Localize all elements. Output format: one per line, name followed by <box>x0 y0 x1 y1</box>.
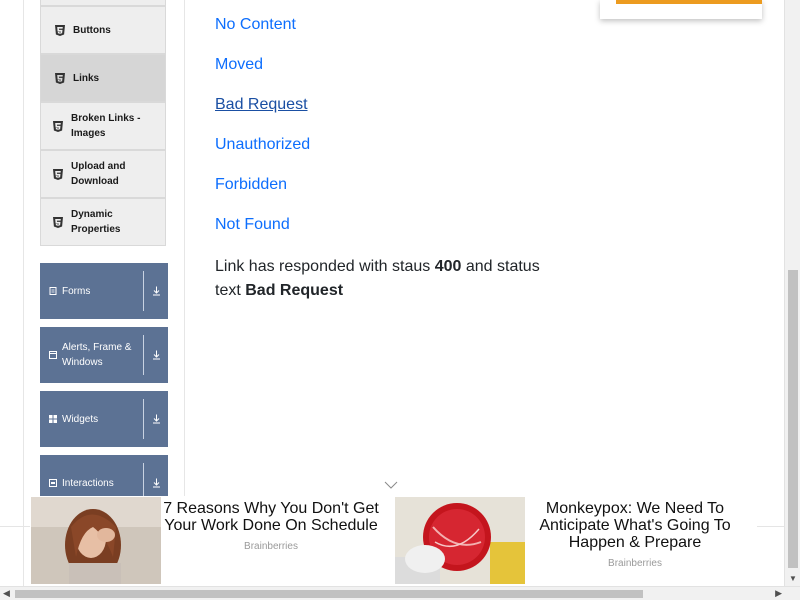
ad-headline[interactable]: 7 Reasons Why You Don't Get Your Work Do… <box>160 500 382 534</box>
group-divider <box>143 271 144 311</box>
sidebar-item-dynamic-properties[interactable]: Dynamic Properties <box>40 198 166 246</box>
window-icon <box>49 351 57 359</box>
download-icon[interactable] <box>150 349 162 361</box>
group-divider <box>143 399 144 439</box>
card-accent-bar <box>616 0 762 4</box>
link-no-content[interactable]: No Content <box>215 15 296 35</box>
sidebar-group-forms[interactable]: Forms <box>40 263 168 319</box>
response-prefix: Link has responded with staus <box>215 258 431 275</box>
sidebar-item-upload-download[interactable]: Upload and Download <box>40 150 166 198</box>
link-forbidden[interactable]: Forbidden <box>215 175 287 195</box>
grid-icon <box>49 415 57 423</box>
scrollbar-thumb[interactable] <box>15 590 643 598</box>
response-status-code: 400 <box>434 258 462 275</box>
document-icon <box>49 287 57 295</box>
scroll-down-icon[interactable]: ▼ <box>789 574 797 583</box>
interaction-icon <box>49 479 57 487</box>
sidebar-group-label: Forms <box>62 285 91 297</box>
link-moved[interactable]: Moved <box>215 55 263 75</box>
download-icon[interactable] <box>150 413 162 425</box>
scroll-right-icon[interactable]: ▶ <box>775 588 782 599</box>
sidebar-group-alerts[interactable]: Alerts, Frame & Windows <box>40 327 168 383</box>
floating-card <box>600 0 762 19</box>
group-divider <box>143 335 144 375</box>
link-unauthorized[interactable]: Unauthorized <box>215 135 310 155</box>
vertical-scrollbar[interactable]: ▼ <box>784 0 800 586</box>
horizontal-scrollbar[interactable]: ◀ ▶ <box>0 586 800 600</box>
html5-icon <box>55 24 65 36</box>
ad-image-woman[interactable] <box>31 497 161 584</box>
download-icon[interactable] <box>150 477 162 489</box>
sidebar-item-broken-links[interactable]: Broken Links - Images <box>40 102 166 150</box>
html5-icon <box>53 216 63 228</box>
html5-icon <box>53 168 63 180</box>
html5-icon <box>53 120 63 132</box>
sidebar-item-label: Links <box>73 72 100 84</box>
ad-image-petri-dish[interactable] <box>395 497 525 584</box>
sidebar-group-widgets[interactable]: Widgets <box>40 391 168 447</box>
link-not-found[interactable]: Not Found <box>215 215 290 235</box>
download-icon[interactable] <box>150 285 162 297</box>
sidebar-item-label: Buttons <box>73 24 111 36</box>
html5-icon <box>55 72 65 84</box>
ad-banner: 7 Reasons Why You Don't Get Your Work Do… <box>30 496 757 586</box>
sidebar-item-label: Broken Links - Images <box>71 113 141 139</box>
sidebar-group-label: Interactions <box>62 477 114 489</box>
sidebar-item-label: Dynamic Properties <box>71 209 121 235</box>
scrollbar-thumb[interactable] <box>788 270 798 568</box>
ad-source: Brainberries <box>244 541 298 552</box>
sidebar-group-label: Widgets <box>62 413 99 425</box>
response-status-text: Bad Request <box>245 282 344 299</box>
sidebar-group-label: Alerts, Frame & Windows <box>62 342 132 368</box>
ad-source: Brainberries <box>608 558 662 569</box>
page: Buttons Links Broken Links - Images Uplo… <box>0 0 800 600</box>
link-response-text: Link has responded with staus 400 and st… <box>215 255 560 303</box>
link-bad-request[interactable]: Bad Request <box>215 95 308 115</box>
scroll-left-icon[interactable]: ◀ <box>3 588 10 599</box>
ad-headline[interactable]: Monkeypox: We Need To Anticipate What's … <box>530 500 740 551</box>
chevron-down-icon[interactable] <box>383 478 399 492</box>
sidebar-item-label: Upload and Download <box>71 161 126 187</box>
sidebar-item-buttons[interactable]: Buttons <box>40 6 166 54</box>
sidebar-item-links[interactable]: Links <box>40 54 166 102</box>
